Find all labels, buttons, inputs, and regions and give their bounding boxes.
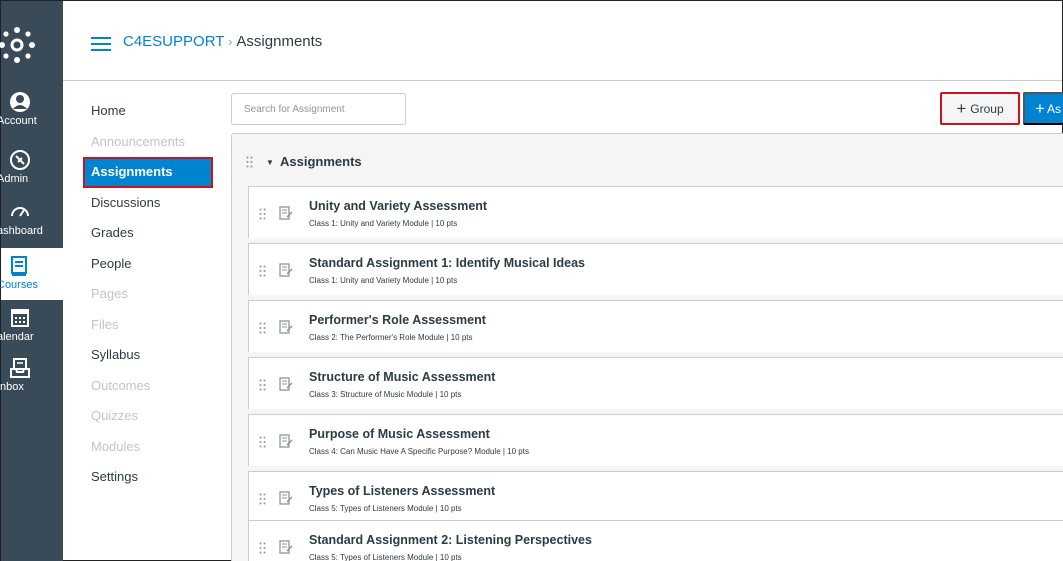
drag-handle-icon[interactable] bbox=[259, 378, 266, 396]
assignment-icon bbox=[279, 206, 293, 225]
drag-handle-icon[interactable] bbox=[259, 541, 266, 559]
course-nav-grades[interactable]: Grades bbox=[83, 218, 213, 249]
assignment-row[interactable]: Types of Listeners Assessment Class 5: T… bbox=[248, 471, 1063, 523]
calendar-icon bbox=[9, 307, 31, 329]
hamburger-menu-icon[interactable] bbox=[91, 37, 111, 51]
course-nav-assignments[interactable]: Assignments bbox=[83, 157, 213, 188]
drag-handle-icon[interactable] bbox=[246, 155, 253, 173]
assignment-meta: Class 5: Types of Listeners Module | 10 … bbox=[309, 504, 462, 513]
drag-handle-icon[interactable] bbox=[259, 207, 266, 225]
assignment-row[interactable]: Standard Assignment 2: Listening Perspec… bbox=[248, 520, 1063, 561]
drag-handle-icon[interactable] bbox=[259, 321, 266, 339]
assignment-meta: Class 1: Unity and Variety Module | 10 p… bbox=[309, 219, 458, 228]
assignment-meta: Class 4: Can Music Have A Specific Purpo… bbox=[309, 447, 529, 456]
global-nav-label: Account bbox=[0, 115, 37, 127]
assignment-row[interactable]: Performer's Role Assessment Class 2: The… bbox=[248, 300, 1063, 352]
assignment-icon bbox=[279, 320, 293, 339]
breadcrumb-course-link[interactable]: C4ESUPPORT bbox=[123, 33, 224, 50]
assignment-row[interactable]: Standard Assignment 1: Identify Musical … bbox=[248, 243, 1063, 295]
global-nav-label: ashboard bbox=[0, 225, 43, 237]
global-nav-label: Admin bbox=[0, 173, 29, 185]
search-assignment-input[interactable] bbox=[231, 93, 406, 125]
course-nav: Home Announcements Assignments Discussio… bbox=[83, 96, 213, 493]
assignment-title-link[interactable]: Standard Assignment 2: Listening Perspec… bbox=[309, 533, 592, 547]
assignment-meta: Class 2: The Performer's Role Module | 1… bbox=[309, 333, 473, 342]
plus-icon: + bbox=[1035, 99, 1045, 118]
assignment-title-link[interactable]: Unity and Variety Assessment bbox=[309, 199, 487, 213]
collapse-caret-icon[interactable]: ▼ bbox=[266, 158, 274, 167]
assignment-meta: Class 1: Unity and Variety Module | 10 p… bbox=[309, 276, 458, 285]
add-assignment-label: As bbox=[1046, 101, 1061, 116]
assignment-title-link[interactable]: Structure of Music Assessment bbox=[309, 370, 495, 384]
breadcrumb: C4ESUPPORT › Assignments bbox=[123, 33, 322, 50]
global-nav-inbox[interactable]: Inbox bbox=[0, 357, 63, 411]
canvas-logo-icon[interactable] bbox=[0, 25, 63, 65]
assignment-group: ▼ Assignments Unity and Variety Assessme… bbox=[231, 133, 1063, 561]
assignment-title-link[interactable]: Purpose of Music Assessment bbox=[309, 427, 490, 441]
drag-handle-icon[interactable] bbox=[259, 435, 266, 453]
assignment-icon bbox=[279, 263, 293, 282]
courses-icon bbox=[9, 255, 31, 277]
global-nav-account[interactable]: Account bbox=[0, 91, 63, 145]
course-nav-files[interactable]: Files bbox=[83, 310, 213, 341]
assignment-title-link[interactable]: Types of Listeners Assessment bbox=[309, 484, 495, 498]
add-group-label: Group bbox=[970, 101, 1004, 116]
course-nav-home[interactable]: Home bbox=[83, 96, 213, 127]
account-icon bbox=[9, 91, 31, 113]
breadcrumb-separator: › bbox=[228, 35, 233, 49]
global-nav-admin[interactable]: Admin bbox=[0, 149, 63, 203]
assignment-icon bbox=[279, 434, 293, 453]
assignment-group-header[interactable]: ▼ Assignments bbox=[232, 134, 1063, 186]
assignment-meta: Class 3: Structure of Music Module | 10 … bbox=[309, 390, 462, 399]
global-nav-label: Inbox bbox=[0, 381, 24, 393]
course-nav-modules[interactable]: Modules bbox=[83, 432, 213, 463]
global-nav: Account Admin ashboard Courses alendar I… bbox=[0, 1, 63, 561]
global-nav-label: Courses bbox=[0, 279, 38, 291]
drag-handle-icon[interactable] bbox=[259, 492, 266, 510]
drag-handle-icon[interactable] bbox=[259, 264, 266, 282]
plus-icon: + bbox=[956, 99, 967, 118]
course-nav-pages[interactable]: Pages bbox=[83, 279, 213, 310]
assignment-group-title: Assignments bbox=[280, 154, 362, 169]
course-nav-discussions[interactable]: Discussions bbox=[83, 188, 213, 219]
course-nav-quizzes[interactable]: Quizzes bbox=[83, 401, 213, 432]
global-nav-courses[interactable]: Courses bbox=[0, 255, 63, 309]
course-nav-announcements[interactable]: Announcements bbox=[83, 127, 213, 158]
inbox-icon bbox=[9, 357, 31, 379]
assignment-row[interactable]: Structure of Music Assessment Class 3: S… bbox=[248, 357, 1063, 409]
assignment-row[interactable]: Unity and Variety Assessment Class 1: Un… bbox=[248, 186, 1063, 238]
assignment-icon bbox=[279, 540, 293, 559]
admin-shield-icon bbox=[9, 149, 31, 171]
add-assignment-button[interactable]: + As bbox=[1023, 92, 1063, 125]
assignment-icon bbox=[279, 377, 293, 396]
assignment-icon bbox=[279, 491, 293, 510]
add-group-button[interactable]: + Group bbox=[940, 92, 1020, 125]
global-nav-calendar[interactable]: alendar bbox=[0, 307, 63, 361]
breadcrumb-current: Assignments bbox=[236, 33, 323, 50]
assignment-title-link[interactable]: Performer's Role Assessment bbox=[309, 313, 486, 327]
course-nav-outcomes[interactable]: Outcomes bbox=[83, 371, 213, 402]
global-nav-label: alendar bbox=[0, 331, 34, 343]
global-nav-dashboard[interactable]: ashboard bbox=[0, 201, 63, 255]
course-nav-people[interactable]: People bbox=[83, 249, 213, 280]
course-nav-syllabus[interactable]: Syllabus bbox=[83, 340, 213, 371]
page-header: C4ESUPPORT › Assignments bbox=[63, 1, 1062, 81]
assignment-meta: Class 5: Types of Listeners Module | 10 … bbox=[309, 553, 462, 561]
assignment-title-link[interactable]: Standard Assignment 1: Identify Musical … bbox=[309, 256, 585, 270]
assignment-row[interactable]: Purpose of Music Assessment Class 4: Can… bbox=[248, 414, 1063, 466]
course-nav-settings[interactable]: Settings bbox=[83, 462, 213, 493]
dashboard-icon bbox=[9, 201, 31, 223]
